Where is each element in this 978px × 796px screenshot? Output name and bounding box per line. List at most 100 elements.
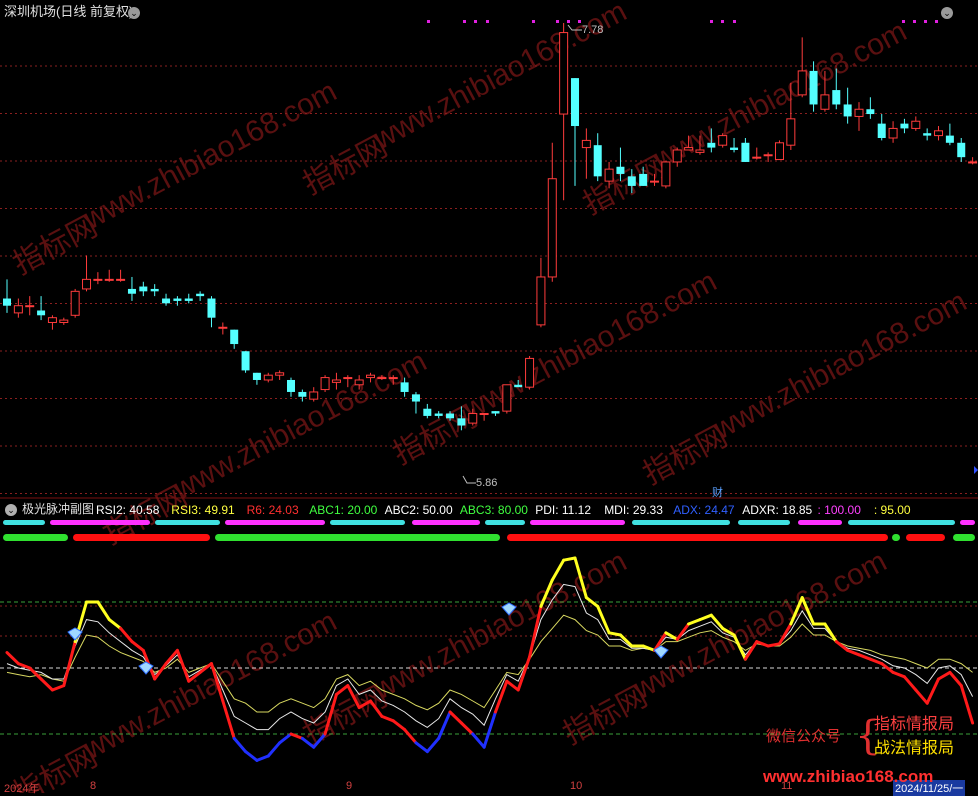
candle-body-up: [320, 377, 330, 391]
candle-body-down: [423, 408, 432, 416]
trend-bar-bottom: [953, 534, 975, 541]
candle-body-down: [843, 104, 852, 117]
watermark-text: 指标网: [8, 210, 103, 281]
r6-line-segment: [914, 688, 929, 705]
trend-bar-top: [225, 520, 325, 525]
candle-body-down: [457, 418, 466, 426]
r6-line-segment: [868, 657, 884, 666]
signal-dot: [567, 20, 570, 23]
r6-line-segment: [925, 677, 941, 705]
watermark-text: www.zhibiao168.com: [77, 605, 342, 767]
candle-body-up: [650, 180, 660, 183]
r6-line-segment: [62, 640, 77, 688]
chart-canvas[interactable]: www.zhibiao168.com指标网www.zhibiao168.com指…: [0, 0, 978, 793]
r6-line-segment: [414, 741, 429, 754]
finance-marker[interactable]: 财: [712, 486, 723, 500]
r6-line-segment: [266, 741, 282, 758]
r6-line-segment: [755, 640, 770, 648]
candle-body-up: [934, 130, 944, 137]
indicator-menu-icon[interactable]: ⌄: [5, 504, 17, 516]
settings-icon[interactable]: ⌄: [941, 7, 953, 19]
candle-body-down: [957, 142, 966, 158]
trend-bar-bottom: [507, 534, 888, 541]
r6-line-segment: [119, 626, 134, 644]
trend-bar-top: [330, 520, 405, 525]
candle-body-up: [888, 127, 898, 139]
r6-line-segment: [471, 732, 486, 749]
candle-body-down: [571, 78, 579, 127]
candle-body-down: [252, 372, 261, 380]
candle-body-up: [479, 413, 489, 416]
candle-body-up: [581, 139, 591, 149]
candle-body-up: [82, 278, 92, 290]
candle-body-up: [263, 374, 273, 381]
indicator-value: MDI: 29.33: [604, 503, 663, 517]
indicator-value: ABC2: 50.00: [384, 503, 453, 517]
trend-bar-top: [155, 520, 220, 525]
date-axis-label: 2024年: [4, 783, 40, 795]
candle-body-up: [525, 357, 535, 388]
trend-bar-bottom: [215, 534, 500, 541]
watermark-text: 指标网: [388, 400, 483, 471]
r6-line-segment: [698, 613, 713, 622]
r6-line-segment: [255, 754, 270, 762]
candle-body-down: [37, 310, 46, 316]
r6-line-segment: [380, 714, 395, 723]
candle-body-up: [25, 305, 35, 308]
watermark-text: www.zhibiao168.com: [167, 345, 432, 507]
signal-dot: [578, 20, 581, 23]
candle-body-up: [797, 70, 807, 96]
candle-body-down: [434, 413, 443, 416]
candle-body-down: [809, 70, 818, 105]
candle-body-up: [752, 156, 762, 159]
candle-body-up: [763, 154, 773, 157]
r6-line-segment: [221, 699, 236, 740]
r6-line-segment: [641, 644, 657, 652]
watermark-text: 指标网: [578, 150, 673, 221]
signal-dot: [486, 20, 489, 23]
candle-body-down: [945, 135, 954, 143]
watermark-text: www.zhibiao168.com: [77, 75, 342, 237]
candle-body-down: [207, 298, 216, 318]
trend-bar-top: [485, 520, 525, 525]
candle-body-up: [59, 319, 69, 323]
candle-body-up: [93, 278, 103, 281]
indicator-value: ABC3: 80.00: [459, 503, 528, 517]
r6-line-segment: [857, 653, 872, 661]
candle-body-down: [923, 133, 932, 136]
candle-body-up: [13, 305, 23, 314]
trend-bar-top: [738, 520, 790, 525]
candle-body-down: [184, 298, 193, 301]
r6-line-segment: [96, 600, 111, 622]
scroll-right-icon[interactable]: [974, 466, 978, 474]
indicator-title: 极光脉冲副图: [22, 502, 95, 516]
candle-body-up: [774, 142, 784, 161]
indicator-value: ADXR: 18.85: [742, 503, 813, 517]
r6-line-segment: [232, 736, 248, 754]
candle-body-up: [70, 290, 80, 316]
date-axis-label: 9: [346, 780, 353, 792]
candle-body-up: [968, 161, 978, 164]
r6-line-segment: [562, 556, 577, 562]
trend-bar-top: [798, 520, 842, 525]
trend-bar-bottom: [906, 534, 945, 541]
watermark-url: www.zhibiao168.com: [763, 767, 934, 786]
candle-body-up: [820, 94, 830, 110]
indicator-value: R6: 24.03: [246, 503, 299, 517]
candle-body-up: [604, 168, 614, 182]
candle-body-down: [411, 394, 420, 402]
candle-body-down: [230, 329, 239, 345]
trend-bar-top: [848, 520, 955, 525]
r6-line-segment: [403, 728, 418, 745]
title-menu-icon[interactable]: ⌄: [128, 7, 140, 19]
candle-body-up: [116, 278, 126, 281]
candle-body-up: [547, 178, 557, 278]
candle-body-up: [684, 147, 694, 151]
r6-line-segment: [607, 631, 622, 637]
candle-body-down: [196, 293, 205, 297]
candle-body-up: [377, 377, 387, 380]
candle-body-down: [900, 123, 909, 129]
r6-line-segment: [244, 750, 259, 762]
candle-body-up: [536, 276, 546, 326]
indicator-value: ADX: 24.47: [673, 503, 735, 517]
